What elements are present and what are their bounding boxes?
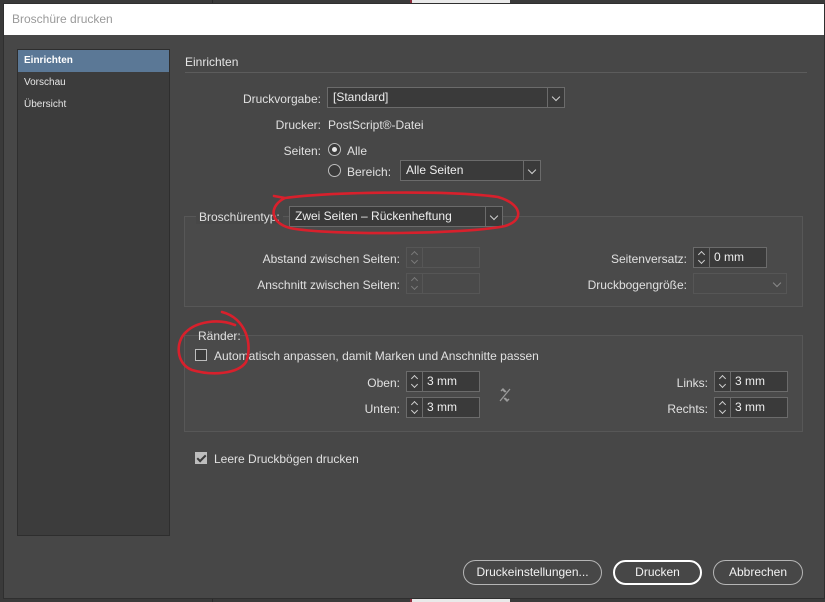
auto-fit-checkbox[interactable] [195,349,207,361]
sheet-size-select[interactable] [693,273,787,294]
range-select[interactable]: Alle Seiten [400,160,541,181]
cancel-button[interactable]: Abbrechen [713,560,803,585]
stepper-arrows-icon[interactable] [694,248,710,267]
stepper-arrows-icon[interactable] [407,398,423,417]
margin-right-value[interactable]: 3 mm [735,400,765,414]
print-button[interactable]: Drucken [613,560,702,585]
stepper-arrows-icon[interactable] [407,248,423,267]
pages-all-label: Alle [347,144,368,158]
booklet-type-label: Broschürentyp: [196,210,283,224]
margin-right-label: Rechts: [667,402,708,416]
pages-label: Seiten: [283,144,321,158]
preset-select[interactable]: [Standard] [327,87,565,108]
pages-range-label: Bereich: [347,165,392,179]
margin-top-stepper[interactable]: 3 mm [406,371,480,392]
bleed-label: Anschnitt zwischen Seiten: [257,278,400,292]
printer-value: PostScript®-Datei [328,118,424,132]
dialog-titlebar: Broschüre drucken [4,4,824,35]
margin-bottom-value[interactable]: 3 mm [427,400,457,414]
creep-label: Seitenversatz: [610,252,687,266]
chain-link-icon[interactable] [498,387,512,403]
booklet-type-value: Zwei Seiten – Rückenheftung [295,209,452,223]
stepper-arrows-icon[interactable] [715,372,731,391]
margin-left-stepper[interactable]: 3 mm [714,371,788,392]
printer-label: Drucker: [275,118,321,132]
pages-all-radio[interactable] [328,143,341,156]
print-blank-checkbox[interactable] [195,452,207,464]
range-value: Alle Seiten [406,163,464,177]
margin-top-label: Oben: [367,376,400,390]
chevron-down-icon [769,274,786,293]
margins-legend: Ränder: [198,329,241,343]
margin-right-stepper[interactable]: 3 mm [714,397,788,418]
margin-left-value[interactable]: 3 mm [735,374,765,388]
auto-fit-label: Automatisch anpassen, damit Marken und A… [214,349,539,363]
sidebar-item-uebersicht[interactable]: Übersicht [18,94,169,116]
pages-range-radio[interactable] [328,164,341,177]
spacing-label: Abstand zwischen Seiten: [262,252,400,266]
spacing-stepper[interactable] [406,247,480,268]
chevron-down-icon [485,207,502,226]
creep-value[interactable]: 0 mm [714,250,744,264]
chevron-down-icon [523,161,540,180]
sidebar-item-vorschau[interactable]: Vorschau [18,72,169,94]
preset-value: [Standard] [333,90,389,104]
margin-left-label: Links: [676,376,708,390]
stepper-arrows-icon[interactable] [407,372,423,391]
print-settings-button[interactable]: Druckeinstellungen... [463,560,602,585]
margin-bottom-label: Unten: [364,402,400,416]
print-blank-label: Leere Druckbögen drucken [214,452,359,466]
booklet-type-select[interactable]: Zwei Seiten – Rückenheftung [289,206,503,227]
section-title: Einrichten [185,55,239,69]
preset-label: Druckvorgabe: [242,92,321,106]
stepper-arrows-icon[interactable] [715,398,731,417]
sidebar-item-einrichten[interactable]: Einrichten [18,50,169,72]
sheet-size-label: Druckbogengröße: [587,278,687,292]
sidebar: Einrichten Vorschau Übersicht [17,49,170,536]
stepper-arrows-icon[interactable] [407,274,423,293]
margin-bottom-stepper[interactable]: 3 mm [406,397,480,418]
dialog-title: Broschüre drucken [12,12,113,26]
chevron-down-icon [547,88,564,107]
section-divider [185,72,807,73]
print-booklet-dialog: Broschüre drucken Einrichten Vorschau Üb… [3,3,825,599]
margin-top-value[interactable]: 3 mm [427,374,457,388]
bleed-stepper[interactable] [406,273,480,294]
creep-stepper[interactable]: 0 mm [693,247,767,268]
